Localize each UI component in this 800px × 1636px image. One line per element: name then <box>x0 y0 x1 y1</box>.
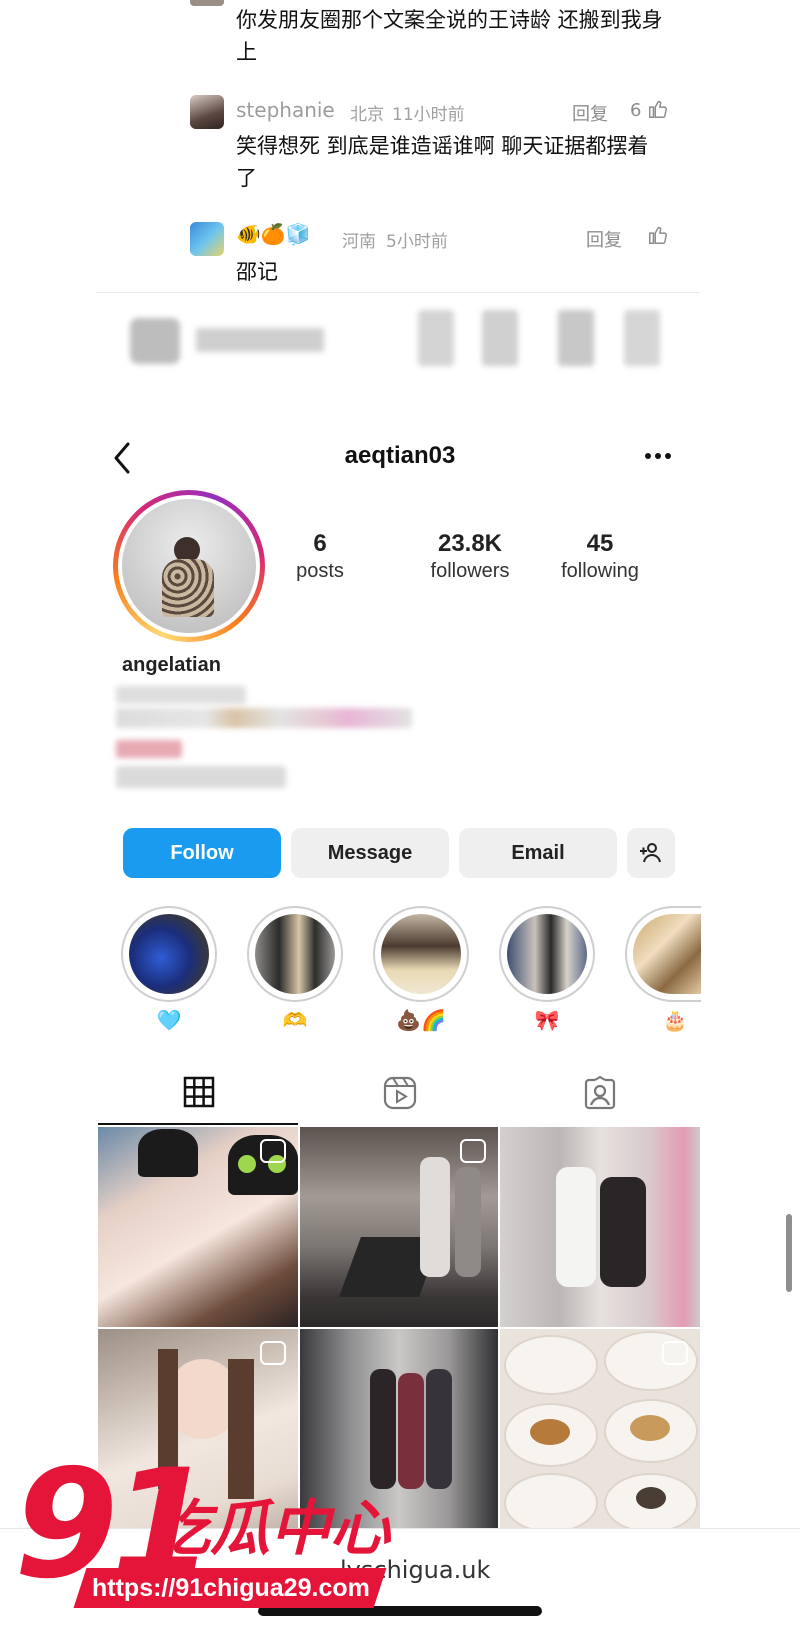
stat-following-label[interactable]: following <box>550 560 650 583</box>
comment-1-text: 你发朋友圈那个文案全说的王诗龄 还搬到我身上 <box>236 8 663 64</box>
thumbs-up-icon[interactable] <box>647 224 669 246</box>
blurred-text <box>196 328 324 352</box>
reel-icon <box>260 1341 286 1365</box>
highlight-label: 💩🌈 <box>396 1008 446 1032</box>
comment-2-username[interactable]: stephanie <box>236 98 335 122</box>
comment-3-username[interactable]: 🐠🍊🧊 <box>236 222 311 246</box>
watermark-logo-brand: 吃瓜中心 <box>150 1494 390 1564</box>
highlight-label: 🩵 <box>156 1008 182 1032</box>
tagged-tab-icon[interactable] <box>583 1076 617 1110</box>
comment-3-location: 河南 <box>342 232 376 252</box>
comment-3-time: 5小时前 <box>386 232 448 252</box>
blurred-bio-line <box>116 708 412 728</box>
blurred-block <box>482 310 518 366</box>
avatar[interactable] <box>190 222 224 256</box>
more-options-icon[interactable] <box>644 452 672 460</box>
back-arrow-icon[interactable] <box>110 440 134 476</box>
stat-posts-count[interactable]: 6 <box>280 530 360 558</box>
comment-3-text: 邵记 <box>236 260 278 284</box>
avatar[interactable] <box>190 95 224 129</box>
comment-2-location: 北京 <box>350 105 384 125</box>
comment-2-text: 笑得想死 到底是谁造谣谁啊 聊天证据都摆着了 <box>236 134 649 190</box>
stat-followers-count[interactable]: 23.8K <box>410 530 530 558</box>
story-highlight[interactable] <box>625 906 701 1002</box>
post-thumbnail[interactable] <box>300 1127 498 1327</box>
reply-button[interactable]: 回复 <box>572 100 608 126</box>
post-thumbnail[interactable] <box>500 1329 700 1529</box>
stat-following-count[interactable]: 45 <box>550 530 650 558</box>
multi-photo-icon <box>460 1139 486 1163</box>
message-button[interactable]: Message <box>291 828 449 878</box>
reply-button[interactable]: 回复 <box>586 226 622 252</box>
stat-posts-label[interactable]: posts <box>280 560 360 583</box>
stat-followers-label[interactable]: followers <box>410 560 530 583</box>
comment-2-time: 11小时前 <box>392 105 465 125</box>
watermark-url: https://91chigua29.com <box>92 1574 370 1602</box>
scrollbar-thumb[interactable] <box>786 1214 792 1292</box>
story-highlight[interactable] <box>247 906 343 1002</box>
follow-button[interactable]: Follow <box>123 828 281 878</box>
blurred-bio-line <box>116 740 182 758</box>
grid-tab-icon[interactable] <box>183 1076 215 1108</box>
active-tab-indicator <box>98 1123 298 1125</box>
highlight-label: 🎀 <box>534 1008 560 1032</box>
like-count: 6 <box>630 100 642 121</box>
blurred-block <box>418 310 454 366</box>
story-highlight[interactable] <box>373 906 469 1002</box>
email-button[interactable]: Email <box>459 828 617 878</box>
post-thumbnail[interactable] <box>98 1127 298 1327</box>
post-thumbnail[interactable] <box>500 1127 700 1327</box>
comment-1-avatar <box>190 0 224 6</box>
divider <box>96 292 700 293</box>
suggest-people-button[interactable] <box>627 828 675 878</box>
profile-picture[interactable] <box>113 490 265 642</box>
highlight-label: 🫶 <box>282 1008 308 1032</box>
blurred-bio-line <box>116 766 286 788</box>
blurred-avatar <box>130 318 180 364</box>
reel-icon <box>260 1139 286 1163</box>
multi-photo-icon <box>662 1341 688 1365</box>
profile-display-name: angelatian <box>122 654 221 676</box>
highlight-label: 🎂 <box>662 1008 688 1032</box>
thumbs-up-icon[interactable] <box>647 98 669 120</box>
blurred-block <box>624 310 660 366</box>
reels-tab-icon[interactable] <box>383 1076 417 1110</box>
profile-username-header: aeqtian03 <box>344 442 456 469</box>
blurred-bio-line <box>116 686 246 704</box>
add-person-icon <box>640 843 661 863</box>
story-highlight[interactable] <box>499 906 595 1002</box>
blurred-block <box>558 310 594 366</box>
story-highlight[interactable] <box>121 906 217 1002</box>
